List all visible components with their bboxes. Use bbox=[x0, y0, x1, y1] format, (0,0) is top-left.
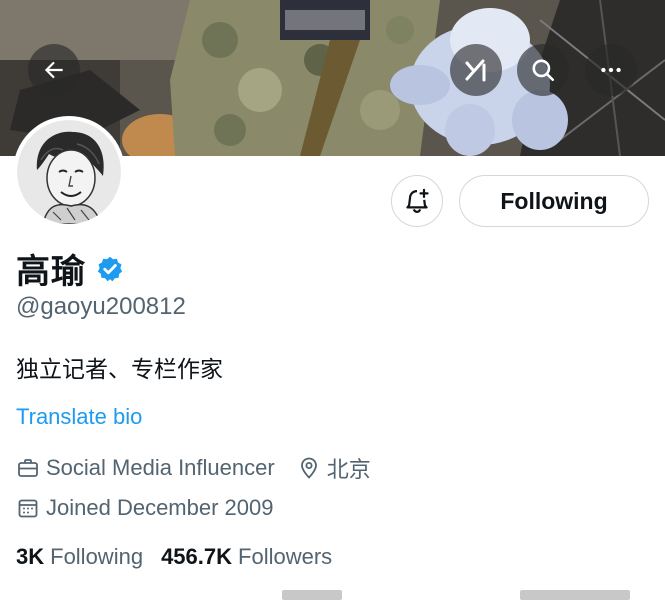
grok-button[interactable] bbox=[450, 44, 502, 96]
bell-plus-icon bbox=[406, 188, 429, 213]
name-row: 高瑜 bbox=[16, 244, 124, 293]
display-name: 高瑜 bbox=[16, 252, 86, 292]
followers-count: 456.7K bbox=[161, 544, 233, 569]
follow-counts: 3K Following 456.7K Followers bbox=[16, 544, 350, 570]
followers-count-label: Followers bbox=[238, 544, 333, 569]
joined-row: Joined December 2009 bbox=[16, 495, 273, 521]
avatar[interactable] bbox=[13, 116, 125, 228]
following-count-label: Following bbox=[50, 544, 144, 569]
profile-meta-row: Social Media Influencer 北京 bbox=[16, 452, 371, 484]
verified-badge-icon[interactable] bbox=[96, 255, 124, 283]
avatar-sketch-portrait bbox=[17, 120, 121, 224]
arrow-left-icon bbox=[44, 61, 63, 79]
search-button[interactable] bbox=[517, 44, 569, 96]
location-pin-icon bbox=[300, 457, 317, 479]
handle: @gaoyu200812 bbox=[16, 293, 186, 320]
followers-count-link[interactable]: 456.7K Followers bbox=[161, 544, 332, 570]
search-icon bbox=[532, 59, 555, 82]
profile-location: 北京 bbox=[326, 458, 371, 483]
joined-date: Joined December 2009 bbox=[46, 495, 274, 520]
calendar-icon bbox=[18, 499, 38, 518]
following-count: 3K bbox=[16, 544, 45, 569]
more-button[interactable] bbox=[585, 44, 637, 96]
more-horizontal-icon bbox=[601, 67, 621, 73]
briefcase-icon bbox=[18, 459, 38, 477]
cutoff-content bbox=[0, 590, 665, 600]
bio: 独立记者、专栏作家 bbox=[16, 357, 223, 383]
following-button[interactable]: Following bbox=[459, 175, 649, 227]
back-button[interactable] bbox=[28, 44, 80, 96]
following-count-link[interactable]: 3K Following bbox=[16, 544, 143, 570]
grok-icon bbox=[465, 59, 486, 82]
notify-button[interactable] bbox=[391, 175, 443, 227]
translate-bio-link[interactable]: Translate bio bbox=[16, 404, 142, 430]
profile-category: Social Media Influencer bbox=[46, 455, 275, 480]
